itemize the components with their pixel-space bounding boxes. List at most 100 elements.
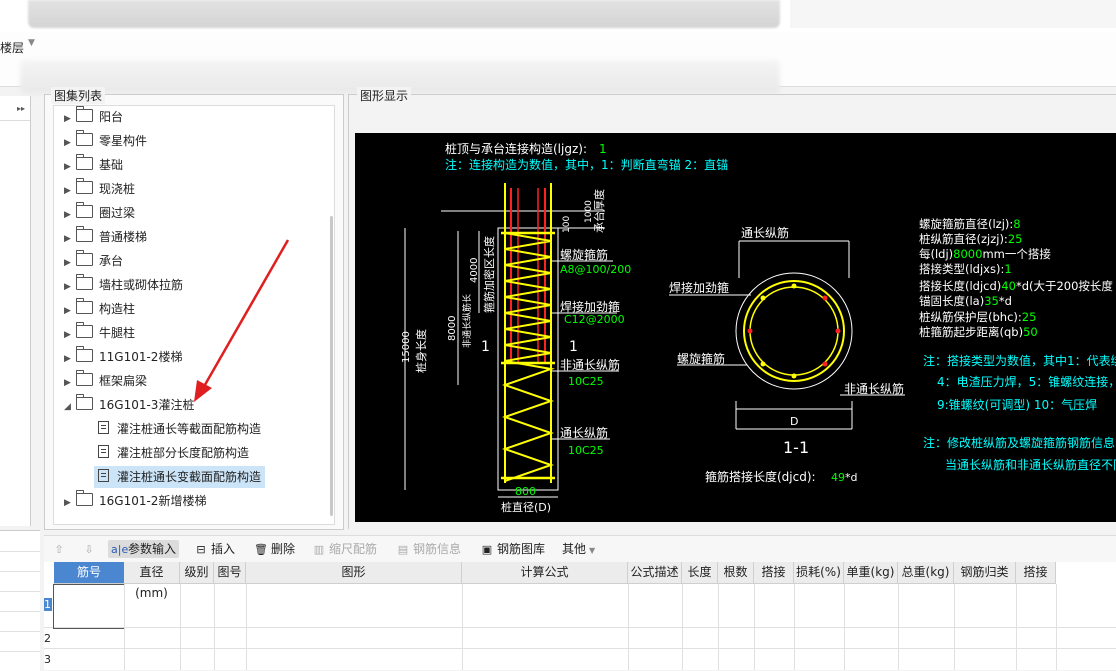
chevron-right-icon[interactable]: ▶ xyxy=(64,372,76,394)
insert-button[interactable]: ⊟ 插入 xyxy=(194,540,235,558)
tree-item[interactable]: ▶ 牛腿柱 xyxy=(64,322,135,344)
chevron-right-icon[interactable]: ▶ xyxy=(64,276,76,298)
trash-icon: 🗑 xyxy=(254,543,268,556)
tree-item[interactable]: ▶ 承台 xyxy=(64,250,123,272)
note-line-3: 9:锥螺纹(可调型) 10：气压焊 xyxy=(937,397,1097,412)
parameter-line[interactable]: 锚固长度(la)35*d xyxy=(919,294,1012,308)
selected-cell[interactable] xyxy=(53,584,125,629)
rebar-grid[interactable]: 筋号 直径(mm) 级别 图号 图形 计算公式 公式描述 长度 根数 搭接 损耗(%) 单重(kg) 总… xyxy=(44,562,1116,670)
rebar-info-button[interactable]: ▤ 钢筋信息 xyxy=(396,540,461,558)
move-down-button[interactable]: ⇩ xyxy=(82,540,99,558)
chevron-down-icon[interactable]: ◢ xyxy=(64,396,76,418)
tree-item[interactable]: ▶ 基础 xyxy=(64,154,123,176)
spiral-spec[interactable]: A8@100/200 xyxy=(560,263,631,276)
column-header[interactable]: 图形 xyxy=(246,562,462,584)
column-header[interactable]: 损耗(%) xyxy=(794,562,844,584)
chevron-right-icon[interactable]: ▶ xyxy=(64,492,76,514)
tree-item[interactable]: ▶ 阳台 xyxy=(64,106,123,128)
column-header[interactable]: 图号 xyxy=(214,562,246,584)
column-header[interactable]: 级别 xyxy=(180,562,214,584)
column-header[interactable]: 筋号 xyxy=(54,562,125,584)
column-header[interactable]: 钢筋归类 xyxy=(954,562,1016,584)
rebar-library-button[interactable]: ▣ 钢筋图库 xyxy=(480,540,545,558)
folder-icon xyxy=(76,274,93,290)
tree-item[interactable]: ▶ 现浇桩 xyxy=(64,178,135,200)
column-header[interactable]: 长度 xyxy=(682,562,718,584)
cont-bar-spec[interactable]: 10C25 xyxy=(568,444,604,457)
folder-icon xyxy=(76,130,93,146)
column-header[interactable]: 单重(kg) xyxy=(844,562,898,584)
chevron-right-icon[interactable]: ▶ xyxy=(64,228,76,250)
column-header[interactable]: 搭接 xyxy=(1016,562,1056,584)
parameter-line[interactable]: 桩箍筋起步距离(qb)50 xyxy=(919,325,1038,339)
tree-item[interactable]: ▶ 11G101-2楼梯 xyxy=(64,346,182,368)
parameter-line[interactable]: 每(ldj)8000mm一个搭接 xyxy=(919,247,1051,261)
lap-length-value[interactable]: 49 xyxy=(831,471,845,484)
chevron-right-icon[interactable]: ▶ xyxy=(64,132,76,154)
tree-item[interactable]: ▶ 16G101-2新增楼梯 xyxy=(64,490,206,512)
param-input-button[interactable]: a|e参数输入 xyxy=(108,540,180,558)
floor-selector[interactable]: 楼层 xyxy=(0,39,24,56)
column-header[interactable]: 总重(kg) xyxy=(898,562,954,584)
column-divider xyxy=(246,584,247,670)
column-divider xyxy=(462,584,463,670)
tree-item[interactable]: 灌注桩部分长度配筋构造 xyxy=(98,442,249,464)
column-header[interactable]: 公式描述 xyxy=(628,562,682,584)
column-header[interactable]: 直径(mm) xyxy=(124,562,180,600)
tree-item[interactable]: ▶ 墙柱或砌体拉筋 xyxy=(64,274,183,296)
tree-item[interactable]: ▶ 框架扁梁 xyxy=(64,370,147,392)
chevron-right-icon[interactable]: ▶ xyxy=(64,300,76,322)
left-panel-edge xyxy=(0,96,31,526)
parameter-line[interactable]: 搭接长度(ldjcd)40*d(大于200按长度 xyxy=(919,279,1113,293)
noncont-bar-spec[interactable]: 10C25 xyxy=(568,375,604,388)
parameter-line[interactable]: 桩纵筋直径(zjzj):25 xyxy=(919,232,1022,246)
delete-button[interactable]: 🗑 删除 xyxy=(254,540,295,558)
collapse-icon[interactable]: ▸▸ xyxy=(17,104,25,113)
chevron-right-icon[interactable]: ▶ xyxy=(64,204,76,226)
folder-icon xyxy=(76,370,93,386)
section-noncont-label: 非通长纵筋 xyxy=(844,381,904,396)
parameter-line[interactable]: 搭接类型(ldjxs):1 xyxy=(919,262,1012,276)
tree-item[interactable]: ▶ 构造柱 xyxy=(64,298,135,320)
tree-item[interactable]: 灌注桩通长等截面配筋构造 xyxy=(98,418,261,440)
chevron-right-icon[interactable]: ▶ xyxy=(64,180,76,202)
tree-item[interactable]: ▶ 零星构件 xyxy=(64,130,147,152)
folder-icon xyxy=(76,106,93,122)
folder-icon xyxy=(76,202,93,218)
weld-hoop-spec[interactable]: C12@2000 xyxy=(564,313,625,326)
note-line-4: 注：修改桩纵筋及螺旋箍筋钢筋信息时 xyxy=(923,435,1116,450)
tree-item[interactable]: ▶ 圈过梁 xyxy=(64,202,135,224)
column-header[interactable]: 计算公式 xyxy=(462,562,628,584)
library-icon: ▣ xyxy=(481,543,493,556)
chevron-right-icon[interactable]: ▶ xyxy=(64,156,76,178)
tree-scrollbar[interactable] xyxy=(330,216,333,516)
column-divider xyxy=(754,584,755,670)
chevron-right-icon[interactable]: ▶ xyxy=(64,108,76,130)
tree-item[interactable]: ▶ 普通楼梯 xyxy=(64,226,147,248)
chevron-down-icon: ▼ xyxy=(589,546,596,555)
document-icon xyxy=(98,469,109,482)
chevron-down-icon[interactable]: ▼ xyxy=(28,38,35,48)
connection-value[interactable]: 1 xyxy=(599,142,607,156)
scale-rebar-button[interactable]: ▥ 缩尺配筋 xyxy=(312,540,377,558)
folder-open-icon xyxy=(76,394,93,410)
parameter-line[interactable]: 桩纵筋保护层(bhc):25 xyxy=(919,310,1036,324)
folder-icon xyxy=(76,322,93,338)
section-spiral-label: 螺旋箍筋 xyxy=(677,351,725,366)
move-up-button[interactable]: ⇧ xyxy=(52,540,69,558)
cont-bar-label: 通长纵筋 xyxy=(560,425,608,440)
tree-item[interactable]: ◢ 16G101-3灌注桩 xyxy=(64,394,194,416)
column-header[interactable]: 根数 xyxy=(718,562,754,584)
dim-800[interactable]: 800 xyxy=(515,485,536,498)
column-divider xyxy=(718,584,719,670)
drawing-canvas[interactable]: 桩顶与承台连接构造(ljgz): 1 注：连接构造为数值，其中，1：判断直弯锚 … xyxy=(355,133,1116,522)
scale-rebar-label: 缩尺配筋 xyxy=(329,542,378,556)
connection-label: 桩顶与承台连接构造(ljgz): xyxy=(445,141,587,156)
tree-item-selected[interactable]: 灌注桩通长变截面配筋构造 xyxy=(94,466,266,488)
parameter-line[interactable]: 螺旋箍筋直径(lzj):8 xyxy=(919,217,1021,231)
chevron-right-icon[interactable]: ▶ xyxy=(64,252,76,274)
chevron-right-icon[interactable]: ▶ xyxy=(64,348,76,370)
chevron-right-icon[interactable]: ▶ xyxy=(64,324,76,346)
column-header[interactable]: 搭接 xyxy=(754,562,794,584)
other-menu-button[interactable]: 其他 ▼ xyxy=(562,540,595,558)
